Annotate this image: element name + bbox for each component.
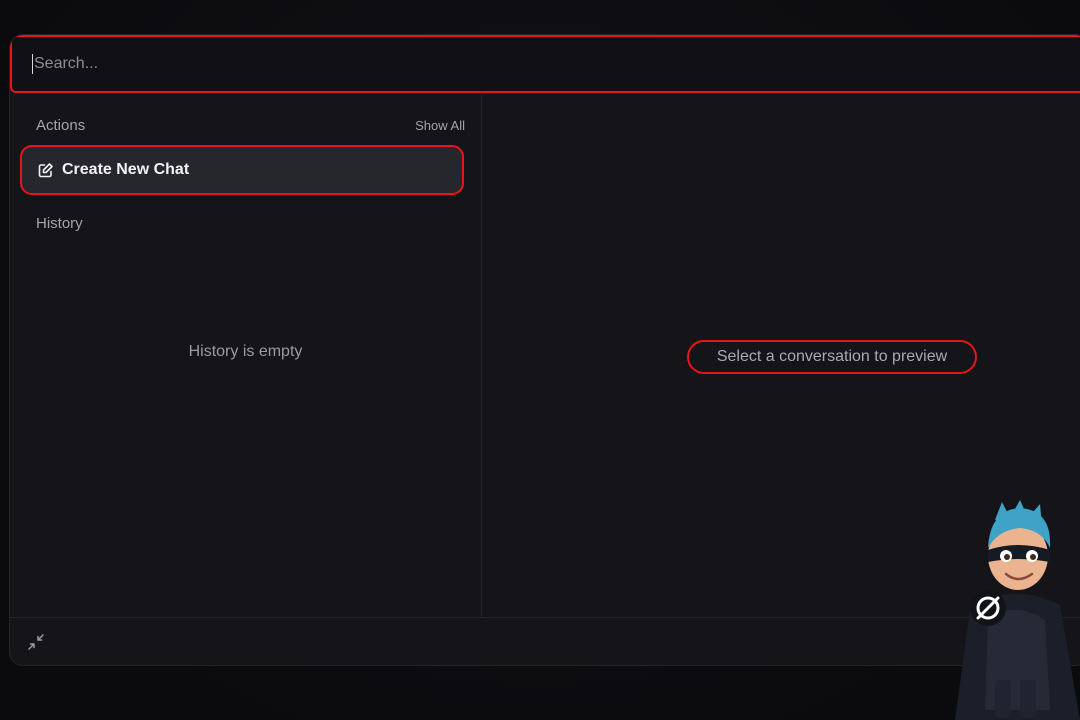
show-all-link[interactable]: Show All <box>415 118 465 133</box>
palette-footer <box>10 617 1080 665</box>
search-input[interactable] <box>32 54 636 74</box>
mascot-image <box>950 500 1080 720</box>
app-stage: Actions Show All Create New Chat History… <box>0 0 1080 720</box>
actions-header: Actions Show All <box>36 117 465 134</box>
command-palette: Actions Show All Create New Chat History… <box>9 34 1080 666</box>
create-new-chat-button[interactable]: Create New Chat <box>20 145 464 195</box>
create-new-chat-label: Create New Chat <box>62 161 190 178</box>
search-bar[interactable] <box>10 35 1080 93</box>
edit-icon <box>38 162 54 178</box>
actions-title: Actions <box>36 117 86 134</box>
preview-hint: Select a conversation to preview <box>687 340 977 374</box>
history-title: History <box>36 215 83 232</box>
left-pane: Actions Show All Create New Chat History… <box>10 95 482 617</box>
history-empty-text: History is empty <box>188 343 303 360</box>
collapse-icon[interactable] <box>27 633 45 651</box>
